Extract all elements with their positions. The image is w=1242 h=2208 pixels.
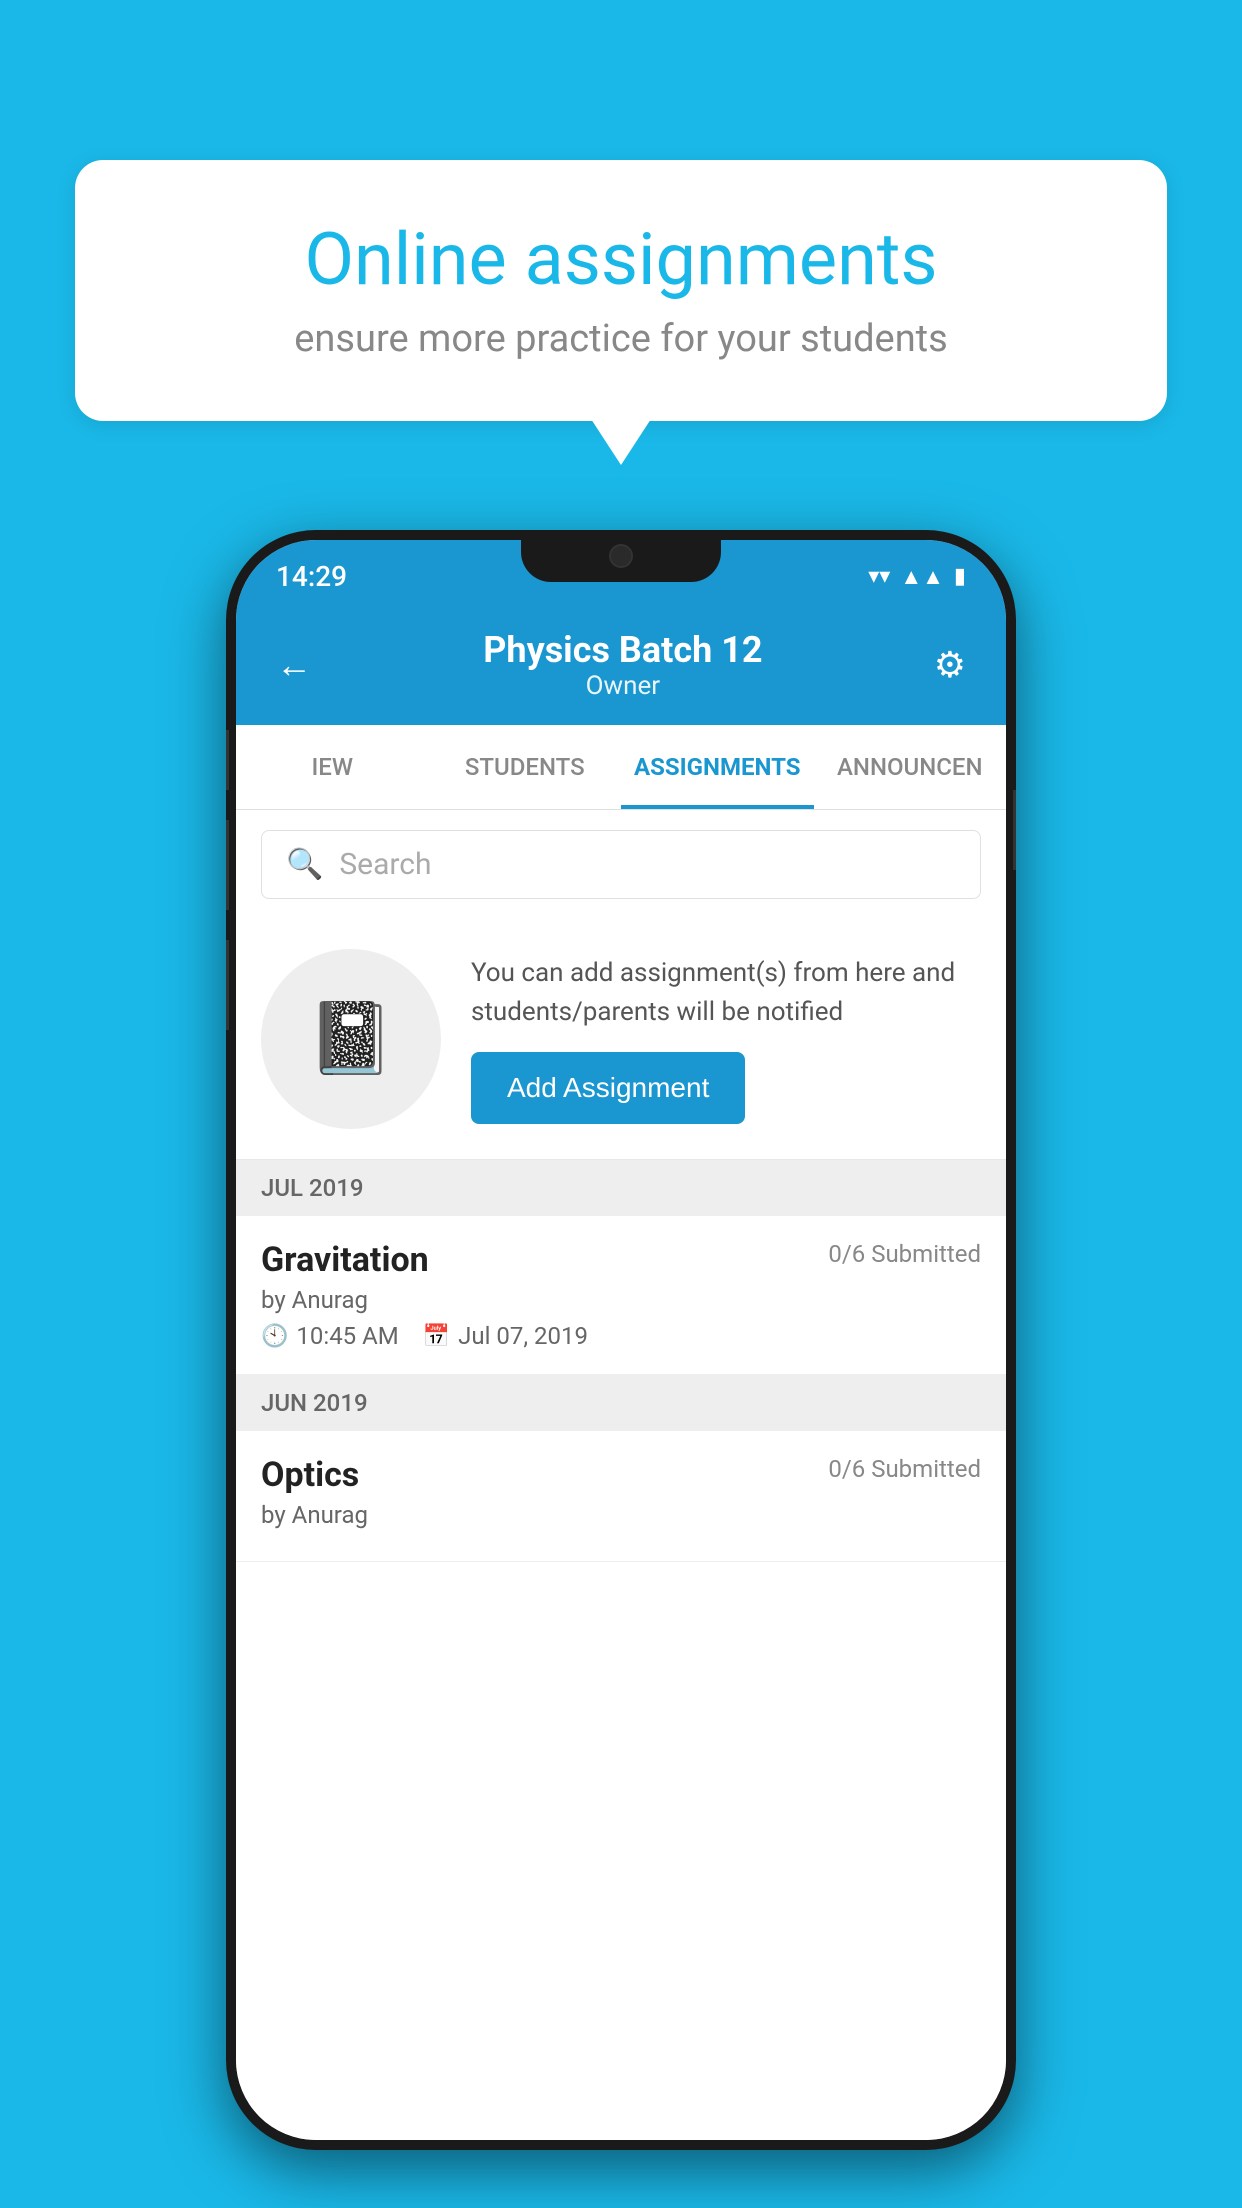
app-header: ← Physics Batch 12 Owner ⚙ bbox=[236, 605, 1006, 725]
assignment-date: 📅 Jul 07, 2019 bbox=[423, 1322, 588, 1350]
phone-side-btn-left1 bbox=[226, 730, 229, 790]
add-assignment-button[interactable]: Add Assignment bbox=[471, 1052, 745, 1124]
assignment-meta-gravitation: 🕙 10:45 AM 📅 Jul 07, 2019 bbox=[261, 1322, 981, 1350]
content-area: 🔍 Search 📓 You can add assignment(s) fro… bbox=[236, 810, 1006, 2140]
section-header-jul: JUL 2019 bbox=[236, 1160, 1006, 1216]
tab-assignments[interactable]: ASSIGNMENTS bbox=[621, 725, 814, 809]
tab-announcements[interactable]: ANNOUNCEN bbox=[814, 725, 1007, 809]
promo-right: You can add assignment(s) from here and … bbox=[471, 954, 981, 1124]
assignment-item-gravitation[interactable]: Gravitation 0/6 Submitted by Anurag 🕙 10… bbox=[236, 1216, 1006, 1375]
settings-icon[interactable]: ⚙ bbox=[934, 644, 966, 686]
assignment-top-row-optics: Optics 0/6 Submitted bbox=[261, 1455, 981, 1495]
assignment-time: 🕙 10:45 AM bbox=[261, 1322, 399, 1350]
assignment-top-row: Gravitation 0/6 Submitted bbox=[261, 1240, 981, 1280]
search-placeholder: Search bbox=[339, 847, 431, 882]
signal-icon: ▲▲ bbox=[900, 564, 944, 590]
tab-iew[interactable]: IEW bbox=[236, 725, 429, 809]
screen-inner: 14:29 ▾▾ ▲▲ ▮ ← Physics Batch 12 Owner ⚙ bbox=[236, 540, 1006, 2140]
calendar-icon: 📅 bbox=[423, 1324, 450, 1349]
tab-students[interactable]: STUDENTS bbox=[429, 725, 622, 809]
search-container: 🔍 Search bbox=[236, 810, 1006, 919]
phone-screen: 14:29 ▾▾ ▲▲ ▮ ← Physics Batch 12 Owner ⚙ bbox=[236, 540, 1006, 2140]
wifi-icon: ▾▾ bbox=[868, 564, 890, 589]
phone-container: 14:29 ▾▾ ▲▲ ▮ ← Physics Batch 12 Owner ⚙ bbox=[226, 530, 1016, 2150]
tabs-bar: IEW STUDENTS ASSIGNMENTS ANNOUNCEN bbox=[236, 725, 1006, 810]
assignment-submitted-gravitation: 0/6 Submitted bbox=[828, 1240, 981, 1268]
assignment-submitted-optics: 0/6 Submitted bbox=[828, 1455, 981, 1483]
promo-text: You can add assignment(s) from here and … bbox=[471, 954, 981, 1032]
header-subtitle: Owner bbox=[483, 671, 762, 701]
assignment-title-gravitation: Gravitation bbox=[261, 1240, 429, 1280]
assignment-item-optics[interactable]: Optics 0/6 Submitted by Anurag bbox=[236, 1431, 1006, 1562]
speech-bubble: Online assignments ensure more practice … bbox=[75, 160, 1167, 421]
assignment-by-optics: by Anurag bbox=[261, 1501, 981, 1529]
promo-icon-circle: 📓 bbox=[261, 949, 441, 1129]
speech-bubble-subtitle: ensure more practice for your students bbox=[145, 317, 1097, 361]
assignment-by-gravitation: by Anurag bbox=[261, 1286, 981, 1314]
back-button[interactable]: ← bbox=[276, 644, 312, 686]
search-icon: 🔍 bbox=[286, 847, 323, 882]
assignment-title-optics: Optics bbox=[261, 1455, 359, 1495]
battery-icon: ▮ bbox=[954, 564, 966, 589]
phone-side-btn-right bbox=[1013, 790, 1016, 870]
speech-bubble-container: Online assignments ensure more practice … bbox=[75, 160, 1167, 421]
phone-side-btn-left3 bbox=[226, 940, 229, 1030]
phone-side-btn-left2 bbox=[226, 820, 229, 910]
header-title-area: Physics Batch 12 Owner bbox=[483, 629, 762, 701]
phone-camera bbox=[609, 544, 633, 568]
status-time: 14:29 bbox=[276, 560, 347, 593]
notebook-icon: 📓 bbox=[307, 998, 394, 1080]
phone-outer: 14:29 ▾▾ ▲▲ ▮ ← Physics Batch 12 Owner ⚙ bbox=[226, 530, 1016, 2150]
clock-icon: 🕙 bbox=[261, 1324, 288, 1349]
speech-bubble-title: Online assignments bbox=[145, 220, 1097, 299]
header-title: Physics Batch 12 bbox=[483, 629, 762, 671]
section-header-jun: JUN 2019 bbox=[236, 1375, 1006, 1431]
search-input-wrapper[interactable]: 🔍 Search bbox=[261, 830, 981, 899]
promo-section: 📓 You can add assignment(s) from here an… bbox=[236, 919, 1006, 1160]
status-icons: ▾▾ ▲▲ ▮ bbox=[868, 564, 966, 590]
phone-notch bbox=[521, 530, 721, 582]
